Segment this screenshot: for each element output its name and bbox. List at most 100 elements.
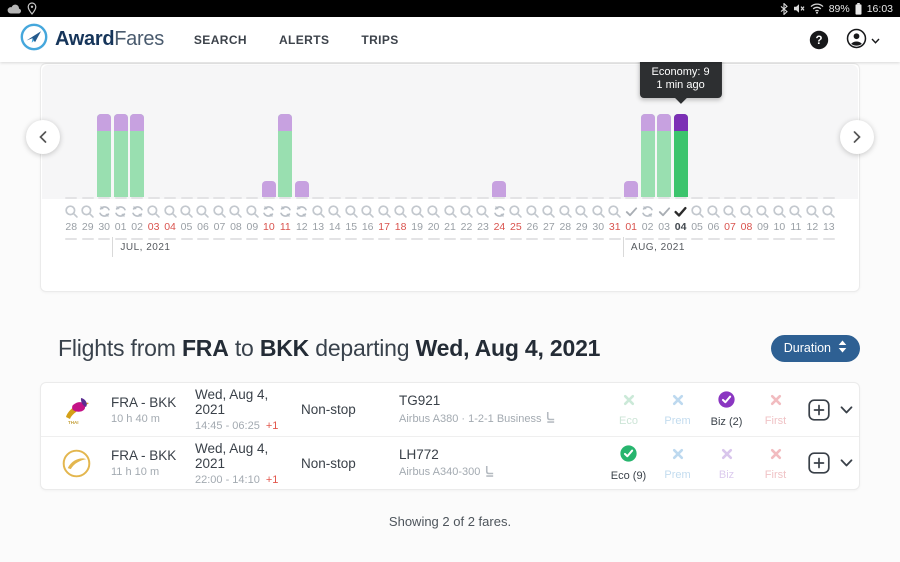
fare-bar[interactable] xyxy=(657,114,671,197)
calendar-day-28[interactable]: 28 xyxy=(557,114,573,240)
search-icon[interactable] xyxy=(722,204,737,219)
search-icon[interactable] xyxy=(344,204,359,219)
calendar-day-10[interactable]: 10 xyxy=(771,114,787,240)
calendar-day-26[interactable]: 26 xyxy=(524,114,540,240)
calendar-day-27[interactable]: 27 xyxy=(541,114,557,240)
refresh-icon[interactable] xyxy=(294,204,309,219)
calendar-day-31[interactable]: 31 xyxy=(606,114,622,240)
calendar-day-09[interactable]: 09 xyxy=(244,114,260,240)
calendar-day-30[interactable]: 30 xyxy=(96,114,112,240)
search-icon[interactable] xyxy=(541,204,556,219)
refresh-icon[interactable] xyxy=(113,204,128,219)
refresh-icon[interactable] xyxy=(130,204,145,219)
check-icon[interactable] xyxy=(657,204,672,219)
flight-row[interactable]: FRA - BKK 11 h 10 m Wed, Aug 4, 2021 22:… xyxy=(41,436,859,489)
add-to-trip-button[interactable] xyxy=(808,452,830,474)
search-icon[interactable] xyxy=(311,204,326,219)
search-icon[interactable] xyxy=(245,204,260,219)
calendar-day-18[interactable]: 18 xyxy=(392,114,408,240)
calendar-day-08[interactable]: 08 xyxy=(738,114,754,240)
search-icon[interactable] xyxy=(179,204,194,219)
calendar-day-02[interactable]: 02 xyxy=(129,114,145,240)
calendar-day-03[interactable]: 03 xyxy=(656,114,672,240)
calendar-day-04[interactable]: 04 xyxy=(672,114,688,240)
search-icon[interactable] xyxy=(195,204,210,219)
calendar-day-19[interactable]: 19 xyxy=(409,114,425,240)
calendar-day-07[interactable]: 07 xyxy=(722,114,738,240)
calendar-day-29[interactable]: 29 xyxy=(79,114,95,240)
search-icon[interactable] xyxy=(755,204,770,219)
calendar-day-09[interactable]: 09 xyxy=(755,114,771,240)
calendar-day-14[interactable]: 14 xyxy=(327,114,343,240)
search-icon[interactable] xyxy=(821,204,836,219)
search-icon[interactable] xyxy=(212,204,227,219)
search-icon[interactable] xyxy=(80,204,95,219)
calendar-day-05[interactable]: 05 xyxy=(178,114,194,240)
calendar-day-01[interactable]: 01 xyxy=(112,114,128,240)
calendar-day-01[interactable]: 01 xyxy=(623,114,639,240)
calendar-day-16[interactable]: 16 xyxy=(359,114,375,240)
calendar-day-12[interactable]: 12 xyxy=(294,114,310,240)
sort-duration-button[interactable]: Duration xyxy=(771,335,860,362)
fare-bar[interactable] xyxy=(295,181,309,197)
fare-bar[interactable] xyxy=(97,114,111,197)
calendar-day-13[interactable]: 13 xyxy=(821,114,837,240)
refresh-icon[interactable] xyxy=(492,204,507,219)
calendar-day-11[interactable]: 11 xyxy=(277,114,293,240)
calendar-day-11[interactable]: 11 xyxy=(788,114,804,240)
check-bold-icon[interactable] xyxy=(673,204,688,219)
calendar-day-24[interactable]: 24 xyxy=(491,114,507,240)
calendar-next-button[interactable] xyxy=(840,120,874,154)
calendar-day-12[interactable]: 12 xyxy=(804,114,820,240)
flight-row[interactable]: THAI FRA - BKK 10 h 40 m Wed, Aug 4, 202… xyxy=(41,383,859,436)
search-icon[interactable] xyxy=(64,204,79,219)
search-icon[interactable] xyxy=(607,204,622,219)
search-icon[interactable] xyxy=(475,204,490,219)
search-icon[interactable] xyxy=(146,204,161,219)
fare-bar-selected[interactable] xyxy=(674,114,688,197)
calendar-day-29[interactable]: 29 xyxy=(574,114,590,240)
calendar-day-23[interactable]: 23 xyxy=(475,114,491,240)
calendar-prev-button[interactable] xyxy=(26,120,60,154)
search-icon[interactable] xyxy=(690,204,705,219)
calendar-day-02[interactable]: 02 xyxy=(639,114,655,240)
calendar-day-06[interactable]: 06 xyxy=(195,114,211,240)
calendar-day-07[interactable]: 07 xyxy=(211,114,227,240)
brand-logo[interactable]: AwardFares xyxy=(20,23,164,56)
calendar-day-04[interactable]: 04 xyxy=(162,114,178,240)
calendar-day-13[interactable]: 13 xyxy=(310,114,326,240)
nav-item-alerts[interactable]: ALERTS xyxy=(279,33,329,47)
calendar-day-22[interactable]: 22 xyxy=(458,114,474,240)
nav-item-search[interactable]: SEARCH xyxy=(194,33,247,47)
search-icon[interactable] xyxy=(772,204,787,219)
search-icon[interactable] xyxy=(591,204,606,219)
calendar-day-08[interactable]: 08 xyxy=(228,114,244,240)
add-to-trip-button[interactable] xyxy=(808,399,830,421)
fare-bar[interactable] xyxy=(624,181,638,197)
search-icon[interactable] xyxy=(360,204,375,219)
search-icon[interactable] xyxy=(525,204,540,219)
check-icon[interactable] xyxy=(624,204,639,219)
search-icon[interactable] xyxy=(426,204,441,219)
fare-bar[interactable] xyxy=(278,114,292,197)
fare-bar[interactable] xyxy=(262,181,276,197)
calendar-day-05[interactable]: 05 xyxy=(689,114,705,240)
fare-bar[interactable] xyxy=(114,114,128,197)
fare-bar[interactable] xyxy=(130,114,144,197)
refresh-icon[interactable] xyxy=(97,204,112,219)
fare-bar[interactable] xyxy=(492,181,506,197)
search-icon[interactable] xyxy=(508,204,523,219)
calendar-day-28[interactable]: 28 xyxy=(63,114,79,240)
fare-bar[interactable] xyxy=(641,114,655,197)
refresh-icon[interactable] xyxy=(278,204,293,219)
expand-row-button[interactable] xyxy=(840,459,853,467)
search-icon[interactable] xyxy=(228,204,243,219)
search-icon[interactable] xyxy=(327,204,342,219)
refresh-icon[interactable] xyxy=(261,204,276,219)
search-icon[interactable] xyxy=(410,204,425,219)
calendar-day-30[interactable]: 30 xyxy=(590,114,606,240)
calendar-day-25[interactable]: 25 xyxy=(508,114,524,240)
refresh-icon[interactable] xyxy=(640,204,655,219)
search-icon[interactable] xyxy=(163,204,178,219)
nav-item-trips[interactable]: TRIPS xyxy=(361,33,398,47)
